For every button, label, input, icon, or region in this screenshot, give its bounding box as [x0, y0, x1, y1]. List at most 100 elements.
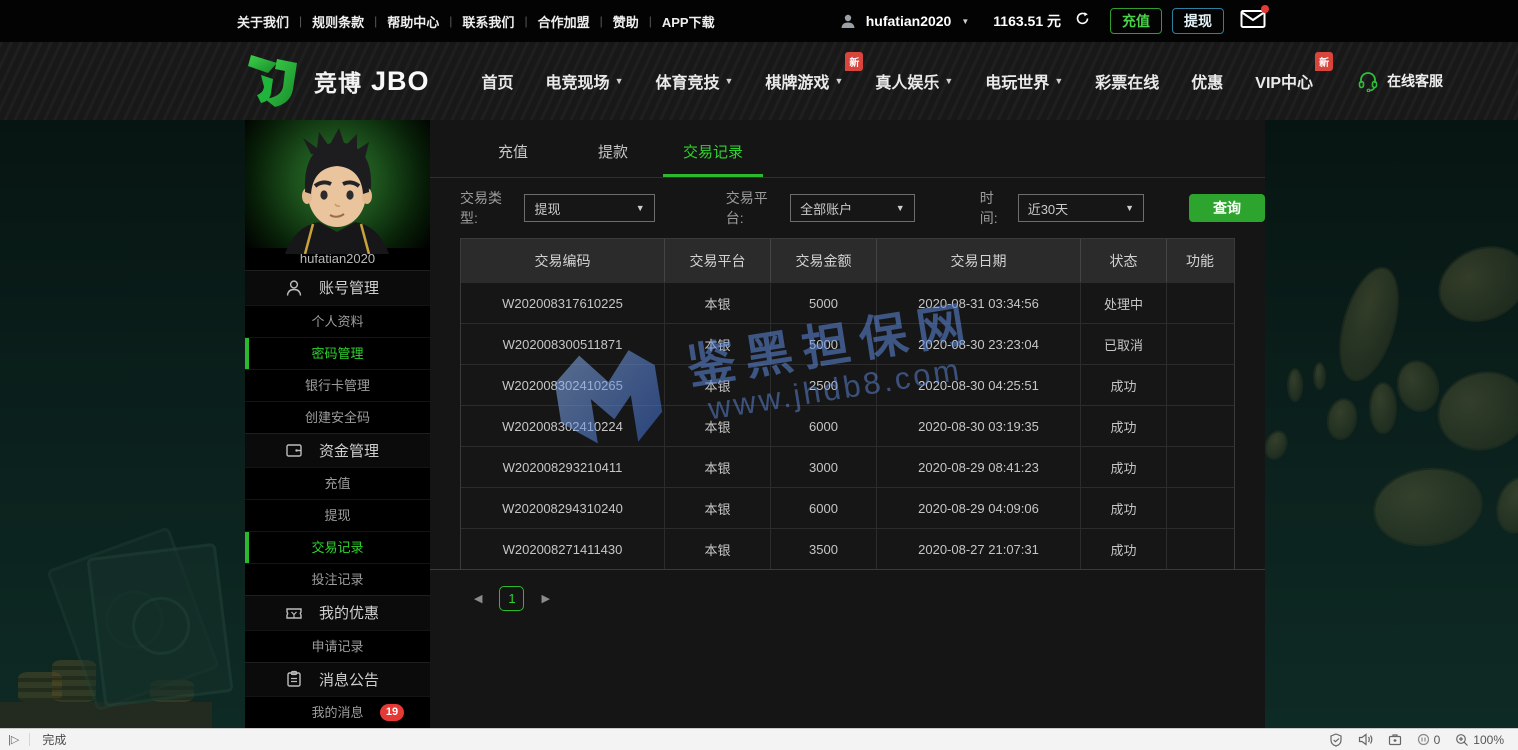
cell-date: 2020-08-27 21:07:31 — [877, 529, 1081, 569]
cell-action — [1167, 447, 1233, 487]
link-about[interactable]: 关于我们 — [237, 12, 289, 31]
tab-recharge[interactable]: 充值 — [463, 141, 563, 177]
link-separator: | — [449, 14, 452, 28]
coin-decoration — [1287, 368, 1303, 402]
chevron-down-icon: ▼ — [636, 203, 645, 213]
wallet-icon — [285, 441, 303, 459]
sidebar-item-password[interactable]: 密码管理 — [245, 337, 430, 369]
column-header: 交易日期 — [877, 239, 1081, 282]
link-sponsor[interactable]: 赞助 — [613, 12, 639, 31]
sidebar-section-promos[interactable]: 我的优惠 — [245, 595, 430, 629]
cell-amount: 6000 — [771, 406, 877, 446]
cell-date: 2020-08-30 03:19:35 — [877, 406, 1081, 446]
link-app-download[interactable]: APP下载 — [662, 12, 715, 31]
coin-decoration — [1328, 260, 1411, 388]
link-rules[interactable]: 规则条款 — [312, 12, 364, 31]
sidebar-item-my-messages[interactable]: 我的消息 19 — [245, 696, 430, 728]
coupon-icon — [285, 604, 303, 622]
online-service-button[interactable]: 在线客服 — [1357, 70, 1443, 92]
nav-item-arcade[interactable]: 电玩世界▼ — [985, 69, 1063, 93]
platform-select[interactable]: 全部账户▼ — [790, 194, 915, 222]
chevron-down-icon: ▼ — [615, 76, 624, 86]
tab-transactions[interactable]: 交易记录 — [663, 141, 763, 177]
cell-code: W202008294310240 — [461, 488, 665, 528]
chevron-down-icon: ▼ — [896, 203, 905, 213]
main-nav: 竞博JBO 首页 电竞现场▼ 体育竞技▼ 棋牌游戏▼新 真人娱乐▼ 电玩世界▼ … — [0, 42, 1518, 120]
sidebar-item-application-records[interactable]: 申请记录 — [245, 630, 430, 662]
cell-code: W202008302410265 — [461, 365, 665, 405]
chevron-down-icon: ▼ — [1125, 203, 1134, 213]
username-label[interactable]: hufatian2020 — [866, 13, 952, 29]
nav-item-lottery[interactable]: 彩票在线 — [1095, 69, 1159, 93]
filter-bar: 交易类型: 提现▼ 交易平台: 全部账户▼ 时间: 近30天▼ — [430, 178, 1265, 238]
jbo-logo-icon — [247, 53, 305, 109]
topbar-withdraw-button[interactable]: 提现 — [1172, 8, 1224, 34]
sidebar-section-account[interactable]: 账号管理 — [245, 270, 430, 304]
link-affiliate[interactable]: 合作加盟 — [538, 12, 590, 31]
security-shield-icon[interactable] — [1329, 733, 1343, 747]
status-play-icon: |▷ — [8, 733, 30, 746]
background-left — [0, 120, 245, 728]
zoom-control[interactable]: 100% — [1455, 733, 1504, 747]
nav-item-card-games[interactable]: 棋牌游戏▼新 — [765, 69, 843, 93]
nav-item-vip[interactable]: VIP中心新 — [1255, 69, 1313, 93]
topbar-recharge-button[interactable]: 充值 — [1110, 8, 1162, 34]
table-row: W202008294310240 本银 6000 2020-08-29 04:0… — [461, 487, 1234, 528]
user-dropdown-caret-icon[interactable]: ▼ — [961, 17, 969, 26]
link-separator: | — [374, 14, 377, 28]
nav-item-esports-live[interactable]: 电竞现场▼ — [546, 69, 624, 93]
cell-platform: 本银 — [665, 488, 771, 528]
link-help[interactable]: 帮助中心 — [387, 12, 439, 31]
sidebar-item-security-code[interactable]: 创建安全码 — [245, 401, 430, 433]
page-number-button[interactable]: 1 — [499, 586, 524, 611]
sidebar-item-recharge[interactable]: 充值 — [245, 467, 430, 499]
nav-item-home[interactable]: 首页 — [482, 69, 514, 93]
cell-amount: 5000 — [771, 283, 877, 323]
tab-withdraw[interactable]: 提款 — [563, 141, 663, 177]
browser-status-bar: |▷ 完成 0 100% — [0, 728, 1518, 750]
cell-date: 2020-08-29 04:09:06 — [877, 488, 1081, 528]
nav-item-promotions[interactable]: 优惠 — [1191, 69, 1223, 93]
cell-date: 2020-08-30 04:25:51 — [877, 365, 1081, 405]
sidebar-section-funds[interactable]: 资金管理 — [245, 433, 430, 467]
table-row: W202008302410224 本银 6000 2020-08-30 03:1… — [461, 405, 1234, 446]
chevron-down-icon: ▼ — [1054, 76, 1063, 86]
cell-action — [1167, 529, 1233, 569]
topbar-user-area: hufatian2020 ▼ 1163.51 元 充值 提现 — [840, 8, 1266, 34]
table-row: W202008302410265 本银 2500 2020-08-30 04:2… — [461, 364, 1234, 405]
nav-item-sports[interactable]: 体育竞技▼ — [655, 69, 733, 93]
sidebar-section-messages[interactable]: 消息公告 — [245, 662, 430, 696]
extension-box-icon[interactable] — [1388, 733, 1402, 746]
filter-transaction-type: 交易类型: 提现▼ — [460, 188, 655, 228]
search-button[interactable]: 查询 — [1189, 194, 1265, 222]
time-range-select[interactable]: 近30天▼ — [1018, 194, 1144, 222]
message-count-badge: 19 — [380, 704, 404, 721]
cell-action — [1167, 283, 1233, 323]
link-contact[interactable]: 联系我们 — [462, 12, 514, 31]
status-badge: 成功 — [1081, 406, 1167, 446]
sidebar-item-bet-records[interactable]: 投注记录 — [245, 563, 430, 595]
sidebar-item-transactions[interactable]: 交易记录 — [245, 531, 430, 563]
filter-label: 时间: — [980, 188, 1010, 228]
mail-button[interactable] — [1240, 9, 1266, 34]
prev-page-icon[interactable]: ◀ — [474, 592, 482, 605]
sidebar-item-profile[interactable]: 个人资料 — [245, 305, 430, 337]
speaker-icon[interactable] — [1358, 733, 1373, 746]
transaction-type-select[interactable]: 提现▼ — [524, 194, 654, 222]
sidebar-item-bank-card[interactable]: 银行卡管理 — [245, 369, 430, 401]
table-header-row: 交易编码 交易平台 交易金额 交易日期 状态 功能 — [461, 239, 1234, 282]
avatar[interactable] — [245, 120, 430, 248]
nav-item-live-casino[interactable]: 真人娱乐▼ — [875, 69, 953, 93]
cell-code: W202008317610225 — [461, 283, 665, 323]
zoom-level: 100% — [1473, 733, 1504, 747]
site-logo[interactable]: 竞博JBO — [247, 53, 430, 109]
transactions-table: 交易编码 交易平台 交易金额 交易日期 状态 功能 W2020083176102… — [430, 238, 1265, 570]
cell-platform: 本银 — [665, 365, 771, 405]
sidebar-item-withdraw[interactable]: 提现 — [245, 499, 430, 531]
user-avatar-icon — [840, 13, 856, 29]
user-icon — [285, 279, 303, 297]
link-separator: | — [649, 14, 652, 28]
media-blocker-icon[interactable]: 0 — [1417, 733, 1441, 747]
next-page-icon[interactable]: ▶ — [541, 592, 549, 605]
refresh-balance-icon[interactable] — [1075, 11, 1090, 31]
